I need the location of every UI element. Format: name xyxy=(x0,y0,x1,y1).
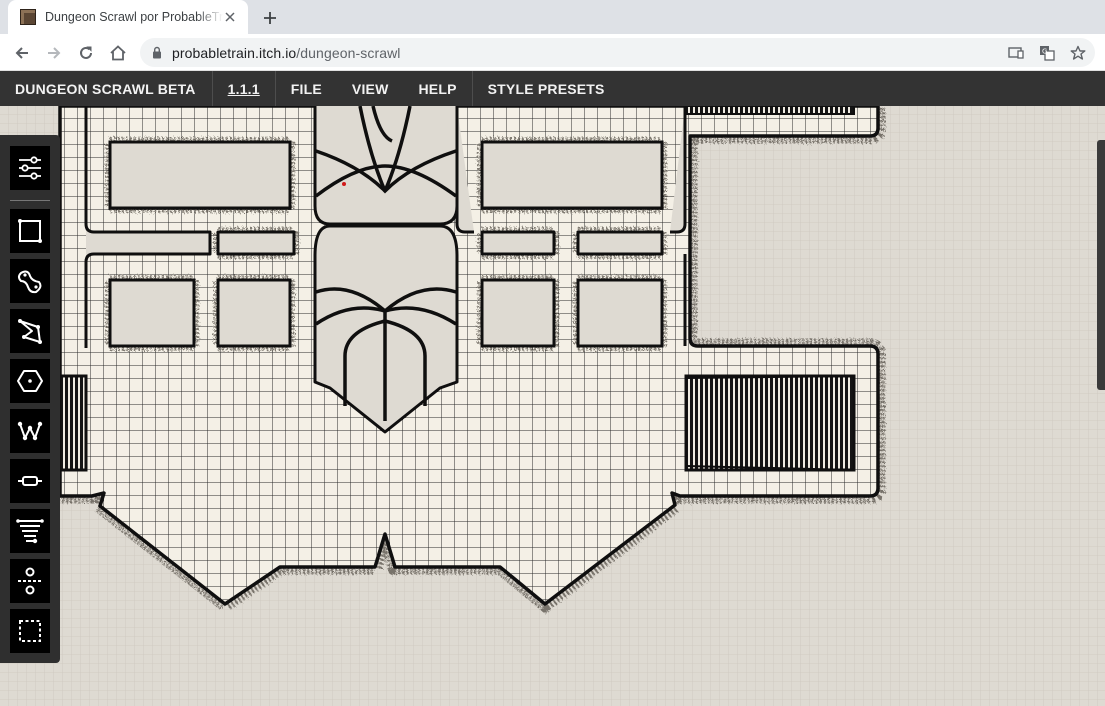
home-button[interactable] xyxy=(106,41,130,65)
dungeon-map xyxy=(0,106,1105,706)
tab-title: Dungeon Scrawl por ProbableTrain xyxy=(45,10,223,24)
reload-button[interactable] xyxy=(74,41,98,65)
close-icon[interactable] xyxy=(223,9,238,25)
map-canvas[interactable] xyxy=(0,106,1105,706)
freeform-tool-icon xyxy=(18,270,42,294)
address-bar[interactable]: probabletrain.itch.io/dungeon-scrawl G xyxy=(140,38,1095,67)
tool-panel xyxy=(0,135,60,663)
lock-icon xyxy=(153,46,161,59)
reload-icon xyxy=(80,46,92,59)
settings-tool-button[interactable] xyxy=(10,146,50,190)
star-icon[interactable] xyxy=(1067,38,1089,67)
scrollbar[interactable] xyxy=(1097,140,1105,390)
door-tool-button[interactable] xyxy=(10,459,50,503)
stairs-left xyxy=(58,374,88,472)
divide-tool-button[interactable] xyxy=(10,559,50,603)
hexagon-tool-button[interactable] xyxy=(10,359,50,403)
polygon-tool-button[interactable] xyxy=(10,309,50,353)
plus-icon xyxy=(264,12,276,24)
translate-icon[interactable]: G xyxy=(1036,38,1058,67)
app-menu-bar: DUNGEON SCRAWL BETA 1.1.1 FILE VIEW HELP… xyxy=(0,71,1105,106)
stairs-right xyxy=(684,374,856,472)
select-tool-icon xyxy=(19,620,41,642)
door-tool-icon xyxy=(18,476,42,486)
new-tab-button[interactable] xyxy=(258,6,282,30)
browser-tab-strip: Dungeon Scrawl por ProbableTrain xyxy=(0,0,1105,34)
back-button[interactable] xyxy=(10,41,34,65)
stairs-tool-icon xyxy=(16,519,44,544)
hexagon-tool-icon xyxy=(17,370,43,392)
forward-button[interactable] xyxy=(42,41,66,65)
settings-sliders-icon xyxy=(19,156,41,180)
select-tool-button[interactable] xyxy=(10,609,50,653)
tool-divider xyxy=(10,200,50,201)
menu-view[interactable]: VIEW xyxy=(337,71,404,106)
menu-file[interactable]: FILE xyxy=(274,71,337,106)
favicon-icon xyxy=(20,9,36,25)
tree-tool-button[interactable] xyxy=(10,409,50,453)
divide-tool-icon xyxy=(18,567,42,595)
home-icon xyxy=(110,45,126,61)
browser-toolbar: probabletrain.itch.io/dungeon-scrawl G xyxy=(0,34,1105,71)
back-icon xyxy=(15,47,28,59)
forward-icon xyxy=(48,47,61,59)
rectangle-tool-icon xyxy=(18,219,42,243)
browser-tab[interactable]: Dungeon Scrawl por ProbableTrain xyxy=(8,0,248,34)
tree-tool-icon xyxy=(17,421,43,441)
cast-icon[interactable] xyxy=(1005,38,1027,67)
app-title: DUNGEON SCRAWL BETA xyxy=(15,80,196,97)
rectangle-tool-button[interactable] xyxy=(10,209,50,253)
freeform-tool-button[interactable] xyxy=(10,259,50,303)
url-text: probabletrain.itch.io/dungeon-scrawl xyxy=(172,44,401,61)
version-link[interactable]: 1.1.1 xyxy=(211,71,275,106)
menu-help[interactable]: HELP xyxy=(404,71,472,106)
stairs-tool-button[interactable] xyxy=(10,509,50,553)
polygon-tool-icon xyxy=(18,319,42,344)
menu-style-presets[interactable]: STYLE PRESETS xyxy=(471,71,620,106)
svg-text:G: G xyxy=(1042,47,1047,55)
